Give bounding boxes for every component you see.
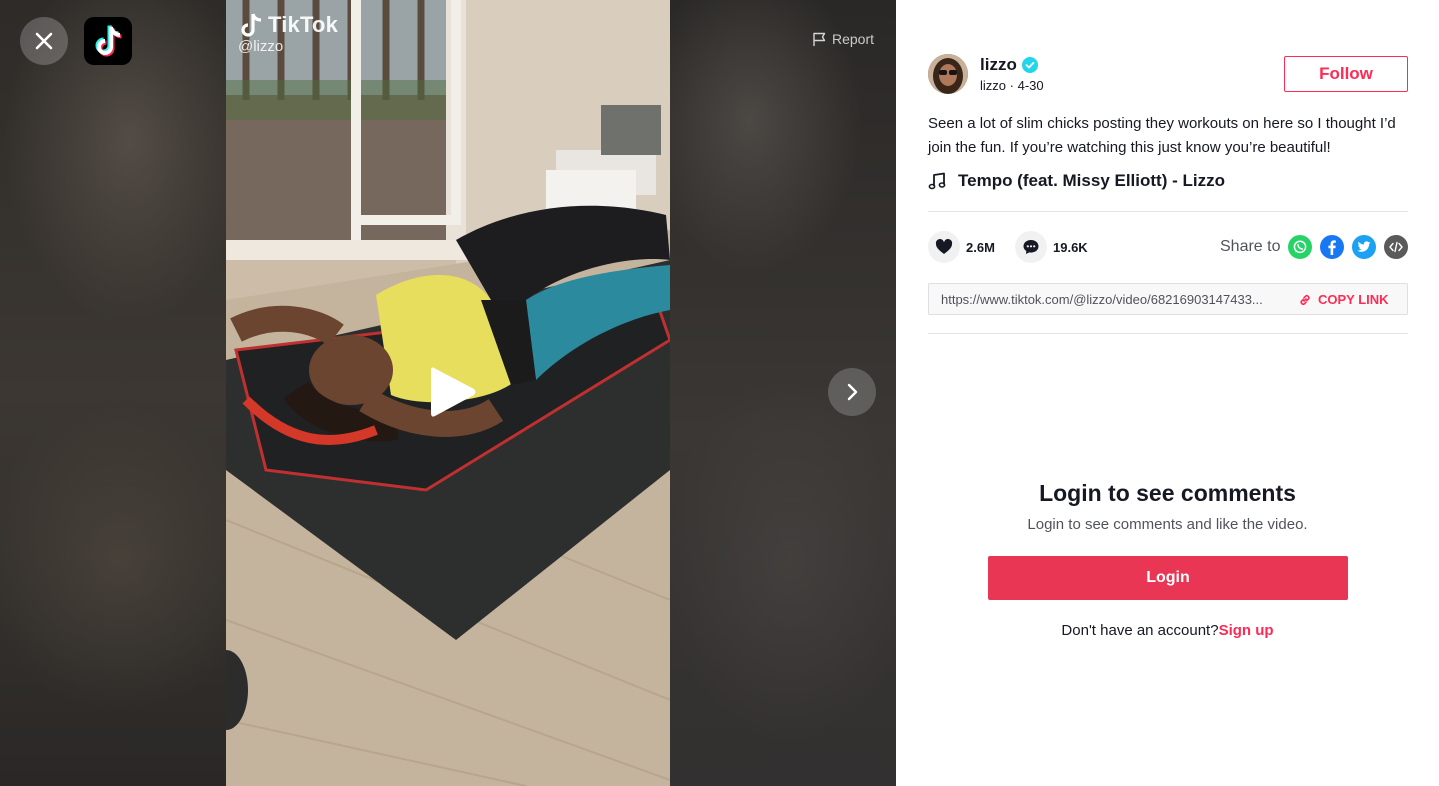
verified-badge-icon: [1021, 57, 1038, 73]
twitter-icon: [1357, 241, 1371, 252]
author-name[interactable]: lizzo: [980, 55, 1017, 75]
tiktok-logo-icon: [95, 24, 122, 57]
report-label: Report: [832, 31, 875, 47]
report-button[interactable]: Report: [812, 31, 874, 47]
whatsapp-share-button[interactable]: [1288, 235, 1312, 259]
chevron-right-icon: [847, 383, 858, 401]
close-icon: [35, 32, 53, 50]
engagement-bar: 2.6M 19.6K Share to: [928, 231, 1408, 265]
share-link-url[interactable]: https://www.tiktok.com/@lizzo/video/6821…: [941, 292, 1286, 307]
twitter-share-button[interactable]: [1352, 235, 1376, 259]
comment-stat: 19.6K: [1015, 231, 1088, 263]
like-stat: 2.6M: [928, 231, 995, 263]
divider: [928, 333, 1408, 334]
flag-icon: [813, 32, 826, 46]
comment-count: 19.6K: [1053, 239, 1088, 255]
comments-login-title: Login to see comments: [1039, 480, 1296, 506]
close-button[interactable]: [20, 17, 68, 65]
embed-share-button[interactable]: [1384, 235, 1408, 259]
video-details-panel: lizzo lizzo · 4-30 Follow Seen a lot of …: [896, 0, 1439, 786]
link-icon: [1300, 294, 1310, 305]
music-note-icon: [928, 172, 946, 190]
login-button[interactable]: Login: [988, 556, 1348, 600]
share-link-box: https://www.tiktok.com/@lizzo/video/6821…: [928, 283, 1408, 315]
author-meta: lizzo · 4-30: [980, 78, 1044, 93]
post-date: 4-30: [1017, 78, 1044, 93]
next-video-button[interactable]: [828, 368, 876, 416]
music-title: Tempo (feat. Missy Elliott) - Lizzo: [958, 171, 1225, 190]
meta-separator: ·: [1009, 78, 1018, 93]
signup-prompt: Don't have an account?Sign up: [896, 622, 1439, 639]
whatsapp-icon: [1293, 240, 1307, 254]
author-name-row[interactable]: lizzo: [980, 55, 1038, 75]
like-button[interactable]: [928, 231, 960, 263]
author-username: lizzo: [980, 78, 1007, 93]
like-count: 2.6M: [966, 239, 995, 255]
divider: [928, 211, 1408, 212]
copy-link-button[interactable]: COPY LINK: [1298, 292, 1389, 307]
comments-login-subtitle: Login to see comments and like the video…: [1027, 516, 1308, 533]
facebook-icon: [1328, 240, 1336, 255]
play-icon: [431, 367, 476, 417]
heart-icon: [935, 239, 953, 254]
avatar-image: [928, 54, 968, 94]
video-player[interactable]: TikTok @lizzo Report: [0, 0, 896, 786]
watermark-handle: @lizzo: [238, 38, 284, 55]
avatar[interactable]: [928, 54, 968, 94]
play-button[interactable]: [428, 364, 478, 420]
comment-icon: [1023, 240, 1039, 254]
embed-code-icon: [1389, 241, 1403, 253]
tiktok-note-icon: [241, 13, 262, 37]
no-account-text: Don't have an account?: [1061, 622, 1219, 639]
video-watermark: TikTok @lizzo: [238, 12, 339, 55]
author-header: lizzo lizzo · 4-30 Follow: [928, 54, 1408, 96]
signup-link[interactable]: Sign up: [1219, 622, 1274, 639]
copy-link-label: COPY LINK: [1318, 292, 1389, 307]
music-link[interactable]: Tempo (feat. Missy Elliott) - Lizzo: [928, 171, 1225, 191]
share-label: Share to: [1220, 238, 1281, 255]
watermark-brand: TikTok: [268, 12, 339, 37]
video-caption: Seen a lot of slim chicks posting they w…: [928, 115, 1396, 156]
facebook-share-button[interactable]: [1320, 235, 1344, 259]
comment-button[interactable]: [1015, 231, 1047, 263]
follow-button[interactable]: Follow: [1284, 56, 1408, 92]
tiktok-logo[interactable]: [84, 17, 132, 65]
video-backdrop-left: [0, 0, 226, 786]
